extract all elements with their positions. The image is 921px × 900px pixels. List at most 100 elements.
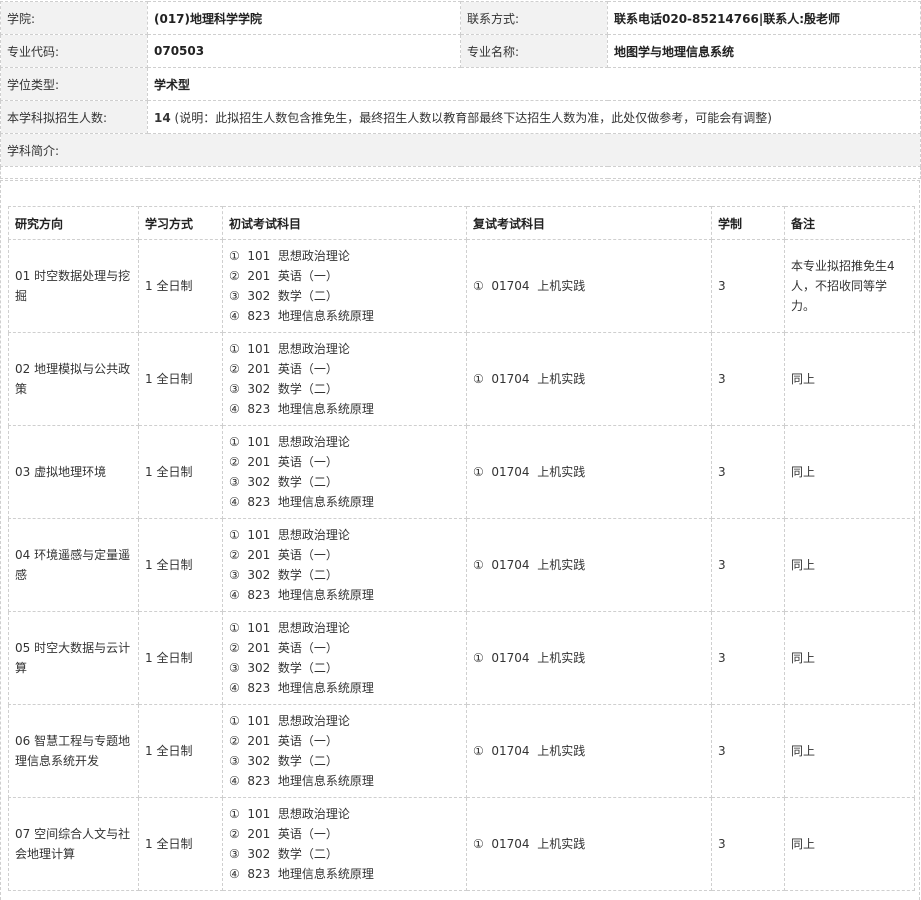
subject-line: ③ 302 数学（二） — [229, 754, 338, 768]
admission-page: 学院: (017)地理科学学院 联系方式: 联系电话020-85214766|联… — [0, 0, 921, 900]
intro-content — [0, 166, 921, 179]
subject-line: ② 201 英语（一） — [229, 455, 338, 469]
degree-value: 学术型 — [147, 67, 921, 101]
subject-line: ④ 823 地理信息系统原理 — [229, 681, 374, 695]
subject-line: ② 201 英语（一） — [229, 734, 338, 748]
info-row-college: 学院: (017)地理科学学院 联系方式: 联系电话020-85214766|联… — [0, 1, 921, 35]
contact-value: 联系电话020-85214766|联系人:殷老师 — [607, 1, 921, 35]
research-directions-table: 研究方向 学习方式 初试考试科目 复试考试科目 学制 备注 01 时空数据处理与… — [8, 206, 915, 891]
enrollment-value: 14 (说明：此拟招生人数包含推免生，最终招生人数以教育部最终下达招生人数为准，… — [147, 100, 921, 134]
mode-cell: 1 全日制 — [138, 611, 223, 705]
remark-cell: 同上 — [784, 425, 915, 519]
subjects-cell: ① 101 思想政治理论 ② 201 英语（一） ③ 302 数学（二） ④ 8… — [222, 611, 467, 705]
years-cell: 3 — [711, 425, 785, 519]
mode-cell: 1 全日制 — [138, 518, 223, 612]
info-spacer — [0, 166, 921, 179]
subject-line: ④ 823 地理信息系统原理 — [229, 588, 374, 602]
subject-line: ④ 823 地理信息系统原理 — [229, 867, 374, 881]
enrollment-label: 本学科拟招生人数: — [0, 100, 148, 134]
subject-line: ④ 823 地理信息系统原理 — [229, 402, 374, 416]
remark-cell: 同上 — [784, 797, 915, 891]
subject-line: ② 201 英语（一） — [229, 827, 338, 841]
direction-cell: 06 智慧工程与专题地理信息系统开发 — [8, 704, 139, 798]
retest-cell: ① 01704 上机实践 — [466, 518, 712, 612]
header-mode: 学习方式 — [138, 206, 223, 240]
table-row: 01 时空数据处理与挖掘 1 全日制 ① 101 思想政治理论 ② 201 英语… — [8, 239, 915, 333]
header-years: 学制 — [711, 206, 785, 240]
directions-header-row: 研究方向 学习方式 初试考试科目 复试考试科目 学制 备注 — [8, 206, 915, 240]
program-info-table: 学院: (017)地理科学学院 联系方式: 联系电话020-85214766|联… — [0, 1, 921, 179]
info-row-enrollment: 本学科拟招生人数: 14 (说明：此拟招生人数包含推免生，最终招生人数以教育部最… — [0, 100, 921, 134]
enrollment-note: (说明：此拟招生人数包含推免生，最终招生人数以教育部最终下达招生人数为准，此处仅… — [170, 110, 772, 125]
subject-line: ③ 302 数学（二） — [229, 382, 338, 396]
remark-cell: 同上 — [784, 518, 915, 612]
contact-label: 联系方式: — [460, 1, 608, 35]
header-remark: 备注 — [784, 206, 915, 240]
subject-line: ④ 823 地理信息系统原理 — [229, 774, 374, 788]
info-row-degree: 学位类型: 学术型 — [0, 67, 921, 101]
subject-line: ① 101 思想政治理论 — [229, 528, 350, 542]
direction-cell: 03 虚拟地理环境 — [8, 425, 139, 519]
years-cell: 3 — [711, 704, 785, 798]
mode-cell: 1 全日制 — [138, 797, 223, 891]
info-row-intro: 学科简介: — [0, 133, 921, 167]
remark-cell: 本专业拟招推免生4人，不招收同等学力。 — [784, 239, 915, 333]
remark-cell: 同上 — [784, 704, 915, 798]
mode-cell: 1 全日制 — [138, 704, 223, 798]
header-initial-subjects: 初试考试科目 — [222, 206, 467, 240]
remark-cell: 同上 — [784, 611, 915, 705]
college-label: 学院: — [0, 1, 148, 35]
subjects-cell: ① 101 思想政治理论 ② 201 英语（一） ③ 302 数学（二） ④ 8… — [222, 332, 467, 426]
remark-cell: 同上 — [784, 332, 915, 426]
retest-cell: ① 01704 上机实践 — [466, 611, 712, 705]
subject-line: ① 101 思想政治理论 — [229, 714, 350, 728]
subject-line: ② 201 英语（一） — [229, 641, 338, 655]
retest-cell: ① 01704 上机实践 — [466, 332, 712, 426]
table-row: 03 虚拟地理环境 1 全日制 ① 101 思想政治理论 ② 201 英语（一）… — [8, 425, 915, 519]
subject-line: ② 201 英语（一） — [229, 362, 338, 376]
subject-line: ① 101 思想政治理论 — [229, 621, 350, 635]
subject-line: ① 101 思想政治理论 — [229, 249, 350, 263]
retest-cell: ① 01704 上机实践 — [466, 797, 712, 891]
info-row-major: 专业代码: 070503 专业名称: 地图学与地理信息系统 — [0, 34, 921, 68]
subject-line: ③ 302 数学（二） — [229, 661, 338, 675]
directions-panel: 研究方向 学习方式 初试考试科目 复试考试科目 学制 备注 01 时空数据处理与… — [0, 180, 920, 900]
subject-line: ③ 302 数学（二） — [229, 475, 338, 489]
subjects-cell: ① 101 思想政治理论 ② 201 英语（一） ③ 302 数学（二） ④ 8… — [222, 518, 467, 612]
table-row: 06 智慧工程与专题地理信息系统开发 1 全日制 ① 101 思想政治理论 ② … — [8, 704, 915, 798]
direction-cell: 07 空间综合人文与社会地理计算 — [8, 797, 139, 891]
subjects-cell: ① 101 思想政治理论 ② 201 英语（一） ③ 302 数学（二） ④ 8… — [222, 797, 467, 891]
direction-cell: 05 时空大数据与云计算 — [8, 611, 139, 705]
table-row: 02 地理模拟与公共政策 1 全日制 ① 101 思想政治理论 ② 201 英语… — [8, 332, 915, 426]
direction-cell: 01 时空数据处理与挖掘 — [8, 239, 139, 333]
college-value: (017)地理科学学院 — [147, 1, 461, 35]
years-cell: 3 — [711, 518, 785, 612]
direction-cell: 02 地理模拟与公共政策 — [8, 332, 139, 426]
major-code-value: 070503 — [147, 34, 461, 68]
table-row: 07 空间综合人文与社会地理计算 1 全日制 ① 101 思想政治理论 ② 20… — [8, 797, 915, 891]
subjects-cell: ① 101 思想政治理论 ② 201 英语（一） ③ 302 数学（二） ④ 8… — [222, 704, 467, 798]
subject-line: ① 101 思想政治理论 — [229, 807, 350, 821]
retest-cell: ① 01704 上机实践 — [466, 704, 712, 798]
major-code-label: 专业代码: — [0, 34, 148, 68]
major-name-value: 地图学与地理信息系统 — [607, 34, 921, 68]
table-row: 04 环境遥感与定量遥感 1 全日制 ① 101 思想政治理论 ② 201 英语… — [8, 518, 915, 612]
major-name-label: 专业名称: — [460, 34, 608, 68]
subject-line: ③ 302 数学（二） — [229, 289, 338, 303]
subject-line: ④ 823 地理信息系统原理 — [229, 309, 374, 323]
subject-line: ② 201 英语（一） — [229, 269, 338, 283]
subjects-cell: ① 101 思想政治理论 ② 201 英语（一） ③ 302 数学（二） ④ 8… — [222, 239, 467, 333]
retest-cell: ① 01704 上机实践 — [466, 239, 712, 333]
retest-cell: ① 01704 上机实践 — [466, 425, 712, 519]
direction-cell: 04 环境遥感与定量遥感 — [8, 518, 139, 612]
header-retest-subjects: 复试考试科目 — [466, 206, 712, 240]
subject-line: ① 101 思想政治理论 — [229, 435, 350, 449]
years-cell: 3 — [711, 332, 785, 426]
degree-label: 学位类型: — [0, 67, 148, 101]
years-cell: 3 — [711, 797, 785, 891]
subject-line: ④ 823 地理信息系统原理 — [229, 495, 374, 509]
mode-cell: 1 全日制 — [138, 425, 223, 519]
subject-line: ① 101 思想政治理论 — [229, 342, 350, 356]
subjects-cell: ① 101 思想政治理论 ② 201 英语（一） ③ 302 数学（二） ④ 8… — [222, 425, 467, 519]
mode-cell: 1 全日制 — [138, 332, 223, 426]
